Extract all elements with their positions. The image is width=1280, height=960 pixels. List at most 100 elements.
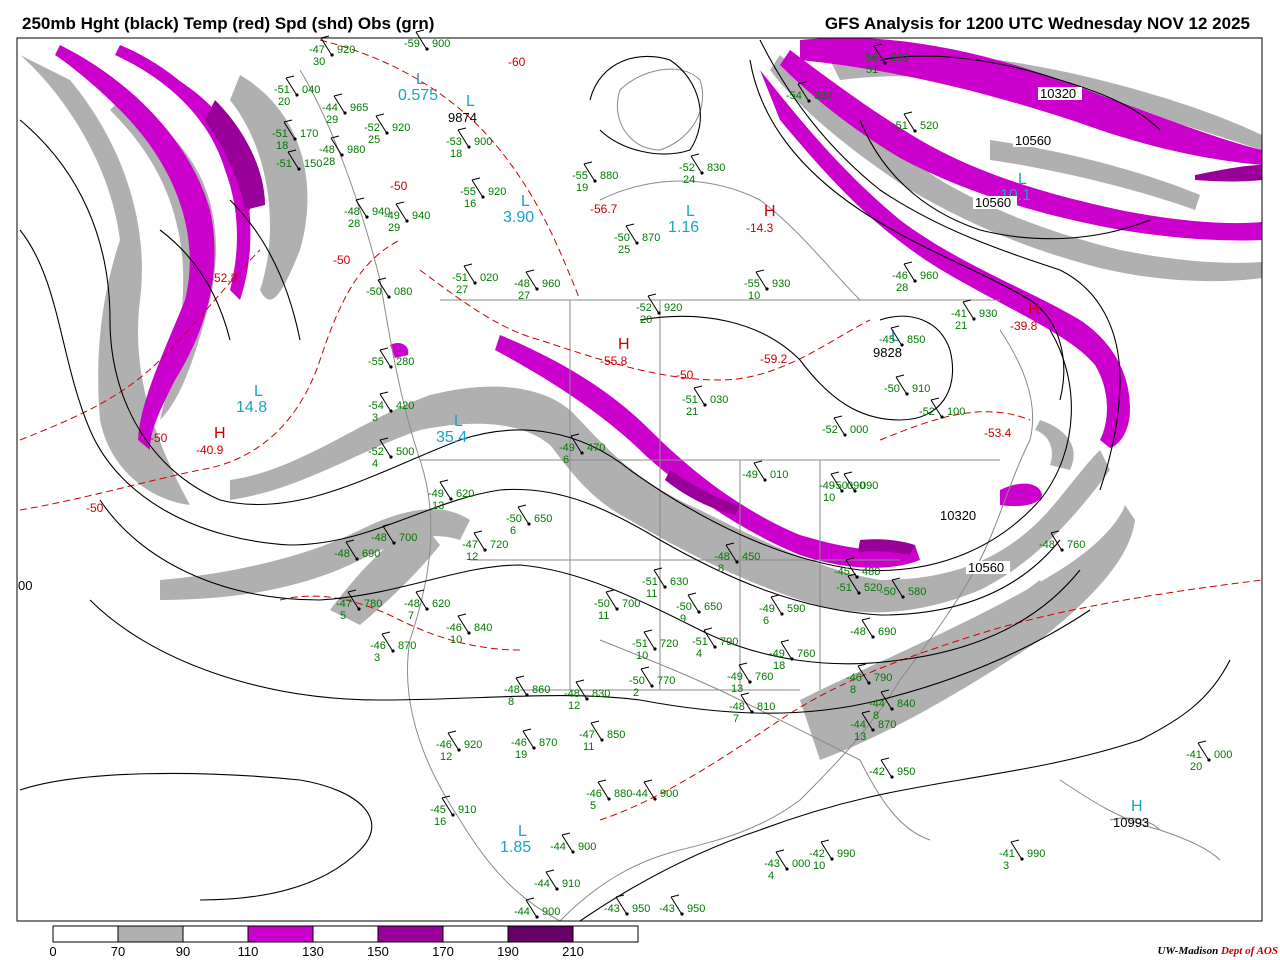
obs-dewpoint-depression: 11 xyxy=(598,610,609,622)
obs-dewpoint-depression: 20 xyxy=(1190,761,1202,773)
obs-height: 965 xyxy=(350,102,368,114)
obs-height: 010 xyxy=(770,469,788,481)
obs-temperature: -50 xyxy=(594,598,610,610)
obs-temperature: -52 xyxy=(919,406,935,418)
station-dot xyxy=(425,607,429,611)
color-legend: 0 70 90 110 130 150 170 190 210 xyxy=(49,925,639,959)
obs-dewpoint-depression: 19 xyxy=(576,182,588,194)
obs-height: 940 xyxy=(412,210,430,222)
station-dot xyxy=(343,111,347,115)
station-dot xyxy=(635,241,639,245)
obs-dewpoint-depression: 21 xyxy=(686,406,698,418)
height-contour-label: 10320 xyxy=(1040,86,1076,101)
station-dot xyxy=(843,433,847,437)
obs-height: 500 xyxy=(396,446,414,458)
station-dot xyxy=(871,635,875,639)
obs-height: 420 xyxy=(396,400,414,412)
obs-height: 650 xyxy=(534,513,552,525)
obs-temperature: -48 xyxy=(564,688,580,700)
obs-dewpoint-depression: 12 xyxy=(466,551,478,563)
obs-temperature: -51 xyxy=(642,576,658,588)
obs-height: 690 xyxy=(362,548,380,560)
obs-temperature: -49 xyxy=(759,603,775,615)
obs-dewpoint-depression: 8 xyxy=(850,684,856,696)
obs-height: 020 xyxy=(480,272,498,284)
obs-temperature: -42 xyxy=(869,766,885,778)
obs-dewpoint-depression: 29 xyxy=(388,222,400,234)
obs-height: 170 xyxy=(300,128,318,140)
obs-dewpoint-depression: 20 xyxy=(640,314,652,326)
station-dot xyxy=(535,287,539,291)
obs-temperature: -48 xyxy=(714,551,730,563)
temperature-contour-label: -60 xyxy=(508,55,526,69)
legend-swatch xyxy=(247,925,314,943)
obs-height: 830 xyxy=(707,162,725,174)
obs-temperature: -44 xyxy=(514,906,530,918)
obs-temperature: -51 xyxy=(272,128,288,140)
obs-temperature: -48 xyxy=(504,684,520,696)
obs-temperature: -50 xyxy=(629,675,645,687)
obs-temperature: -46 xyxy=(511,737,527,749)
obs-temperature: -51 xyxy=(692,636,708,648)
obs-dewpoint-depression: 5 xyxy=(590,800,596,812)
station-dot xyxy=(615,607,619,611)
obs-dewpoint-depression: 13 xyxy=(731,683,743,695)
temperature-contour-label: -50 xyxy=(150,431,168,445)
station-dot xyxy=(625,912,629,916)
station-dot xyxy=(571,850,575,854)
temperature-contour-label: -50 xyxy=(676,368,694,382)
obs-dewpoint-depression: 16 xyxy=(464,198,476,210)
obs-height: 870 xyxy=(642,232,660,244)
obs-dewpoint-depression: 51 xyxy=(866,64,878,76)
legend-swatch xyxy=(117,925,184,943)
center-letter: H xyxy=(764,203,776,220)
station-dot xyxy=(883,61,887,65)
legend-tick-label: 0 xyxy=(49,944,56,959)
obs-temperature: -49 xyxy=(428,488,444,500)
obs-temperature: -52 xyxy=(368,446,384,458)
obs-temperature: -47 xyxy=(579,729,595,741)
station-dot xyxy=(481,195,485,199)
obs-temperature: -52 xyxy=(364,122,380,134)
obs-dewpoint-depression: 2 xyxy=(633,687,639,699)
legend-tick-label: 90 xyxy=(176,944,190,959)
obs-height: 080 xyxy=(394,286,412,298)
station-dot xyxy=(580,451,584,455)
center-value: 9828 xyxy=(873,345,902,360)
station-dot xyxy=(830,857,834,861)
obs-dewpoint-depression: 29 xyxy=(326,114,338,126)
obs-temperature: -48 xyxy=(850,626,866,638)
obs-dewpoint-depression: 4 xyxy=(768,870,774,882)
obs-temperature: -45 xyxy=(834,566,850,578)
station-dot xyxy=(750,710,754,714)
station-dot xyxy=(449,497,453,501)
obs-dewpoint-depression: 28 xyxy=(323,156,335,168)
station-dot xyxy=(913,279,917,283)
obs-height: 280 xyxy=(396,356,414,368)
obs-temperature: -45 xyxy=(879,334,895,346)
obs-height: 950 xyxy=(897,766,915,778)
obs-height: 690 xyxy=(878,626,896,638)
station-dot xyxy=(913,129,917,133)
obs-temperature: -50 xyxy=(832,480,848,492)
obs-dewpoint-depression: 9 xyxy=(680,613,686,625)
station-dot xyxy=(972,317,976,321)
center-letter: L xyxy=(686,203,695,220)
obs-dewpoint-depression: 7 xyxy=(733,713,739,725)
temperature-contour-label: -52.8 xyxy=(210,271,238,285)
obs-temperature: -56 xyxy=(862,52,878,64)
obs-dewpoint-depression: 10 xyxy=(450,634,462,646)
center-value: -14.3 xyxy=(746,221,774,235)
center-letter: L xyxy=(454,413,463,430)
center-value: -40.9 xyxy=(196,443,224,457)
obs-dewpoint-depression: 18 xyxy=(773,660,785,672)
station-dot xyxy=(807,99,811,103)
obs-height: 770 xyxy=(657,675,675,687)
obs-temperature: -49 xyxy=(742,469,758,481)
obs-height: 650 xyxy=(704,601,722,613)
obs-temperature: -49 xyxy=(769,648,785,660)
obs-height: 000 xyxy=(850,424,868,436)
obs-height: 470 xyxy=(587,442,605,454)
obs-height: 900 xyxy=(542,906,560,918)
obs-dewpoint-depression: 6 xyxy=(563,454,569,466)
